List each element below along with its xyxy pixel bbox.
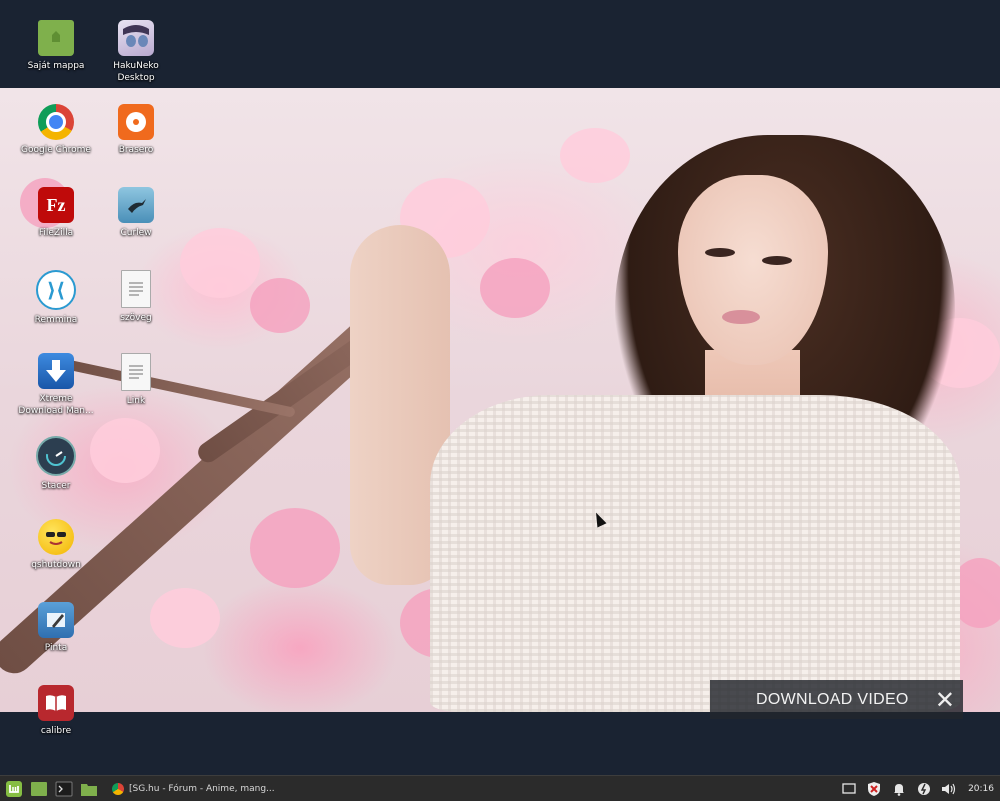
desktop-icon-label: calibre [40, 726, 72, 736]
download-video-bar[interactable]: DOWNLOAD VIDEO ✕ [710, 680, 963, 719]
power-tray-button[interactable] [913, 778, 935, 800]
mint-logo-icon [6, 780, 22, 797]
remmina-icon: ⟩⟨ [36, 270, 76, 310]
bell-icon [894, 783, 905, 796]
power-icon [918, 782, 931, 795]
desktop-icon-home-folder[interactable]: Saját mappa [18, 20, 94, 72]
desktop-icon-label: qshutdown [31, 560, 81, 570]
chrome-icon [112, 782, 124, 795]
text-file-icon [121, 270, 151, 308]
speaker-icon [942, 783, 956, 794]
blossom [150, 588, 220, 648]
hakuneko-icon [118, 20, 154, 56]
desktop-icon-link[interactable]: Link [98, 353, 174, 407]
stacer-icon [36, 436, 76, 476]
woman-lips [722, 310, 760, 324]
blossom [250, 278, 310, 333]
download-video-button[interactable]: DOWNLOAD VIDEO [756, 691, 909, 709]
desktop-icon-label: Curlew [120, 228, 152, 238]
branch [58, 358, 296, 418]
blossom [90, 418, 160, 483]
desktop-icon-curlew[interactable]: Curlew [98, 187, 174, 239]
desktop-icon-calibre[interactable]: calibre [18, 685, 94, 737]
calibre-icon [38, 685, 74, 721]
desktop-icon-label: Remmina [34, 315, 78, 325]
desktop-icon-label: Pinta [44, 643, 68, 653]
taskbar-window-chrome[interactable]: [SG.hu - Fórum - Anime, mang... [106, 778, 281, 800]
chrome-icon [38, 104, 74, 140]
desktop-icon-label: Link [126, 396, 146, 406]
desktop-icon-label: Saját mappa [27, 61, 85, 71]
close-icon[interactable]: ✕ [935, 688, 955, 712]
woman-eye [705, 248, 735, 257]
shield-icon [868, 781, 881, 796]
notifications-tray-button[interactable] [888, 778, 910, 800]
security-tray-button[interactable] [863, 778, 885, 800]
taskbar: [SG.hu - Fórum - Anime, mang... 20:16 [0, 775, 1000, 801]
volume-tray-button[interactable] [938, 778, 960, 800]
filezilla-icon: Fz [38, 187, 74, 223]
desktop-icon-brasero[interactable]: Brasero [98, 104, 174, 156]
taskbar-window-title: [SG.hu - Fórum - Anime, mang... [129, 783, 275, 794]
desktop-icon-xdm[interactable]: Xtreme Download Man... [18, 353, 94, 417]
desktop-icon-label: Xtreme Download Man... [18, 394, 94, 416]
blossom [180, 228, 260, 298]
blossom [560, 128, 630, 183]
woman-eye [762, 256, 792, 265]
system-tray: 20:16 [835, 776, 1000, 801]
blossom [480, 258, 550, 318]
desktop-icon-filezilla[interactable]: Fz FileZilla [18, 187, 94, 239]
notes-tray-button[interactable] [838, 778, 860, 800]
xdm-icon [38, 353, 74, 389]
terminal-launcher[interactable] [53, 779, 75, 799]
desktop-icon-szoveg[interactable]: szöveg [98, 270, 174, 324]
desktop-icon-stacer[interactable]: Stacer [18, 436, 94, 492]
start-menu-button[interactable] [3, 779, 25, 799]
text-file-icon [121, 353, 151, 391]
desktop-icon-pinta[interactable]: Pinta [18, 602, 94, 654]
desktop-icon-qshutdown[interactable]: qshutdown [18, 519, 94, 571]
message-icon [842, 782, 856, 794]
desktop-icon-label: szöveg [120, 313, 152, 323]
folder-icon [38, 20, 74, 56]
desktop-icon-hakuneko[interactable]: HakuNeko Desktop [98, 20, 174, 84]
files-launcher[interactable] [78, 779, 100, 799]
desktop-icon-label: HakuNeko Desktop [113, 61, 159, 83]
qshutdown-icon [38, 519, 74, 555]
desktop-icon-label: Stacer [41, 481, 71, 491]
terminal-icon [55, 781, 73, 796]
pinta-icon [38, 602, 74, 638]
desktop-icon [31, 781, 47, 796]
folder-icon [81, 783, 97, 796]
clock[interactable]: 20:16 [968, 784, 994, 794]
desktop-icon-remmina[interactable]: ⟩⟨ Remmina [18, 270, 94, 326]
desktop-icon-chrome[interactable]: Google Chrome [18, 104, 94, 156]
brasero-icon [118, 104, 154, 140]
show-desktop-button[interactable] [28, 779, 50, 799]
desktop-icon-label: FileZilla [38, 228, 74, 238]
blossom [250, 508, 340, 588]
desktop-icon-label: Brasero [118, 145, 154, 155]
desktop-icon-label: Google Chrome [21, 145, 91, 155]
curlew-icon [118, 187, 154, 223]
woman-sweater [430, 395, 960, 712]
